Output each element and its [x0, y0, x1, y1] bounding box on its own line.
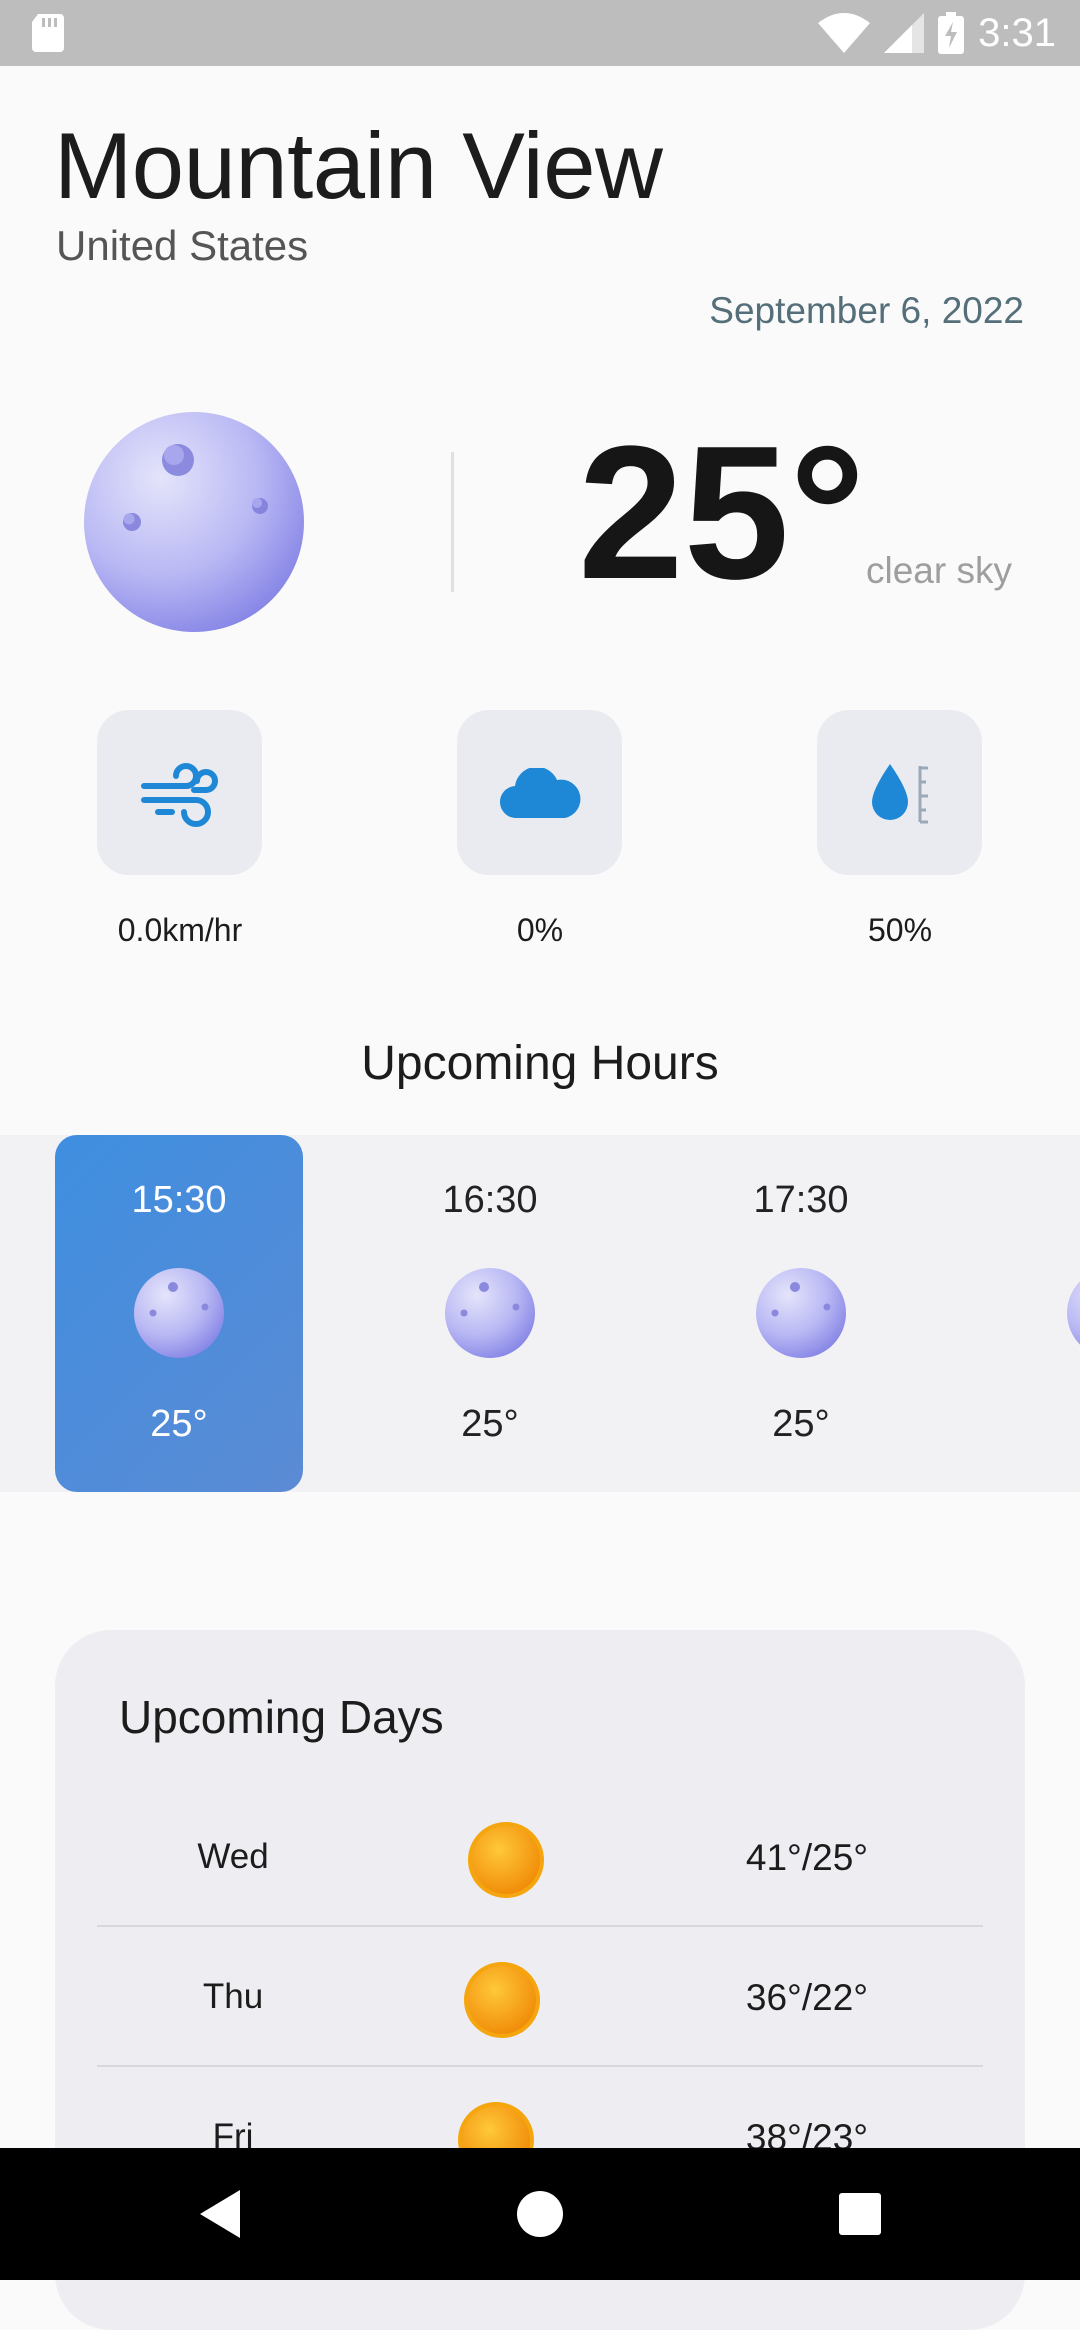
- hour-time: 1: [988, 1179, 1080, 1222]
- hour-time: 17:30: [753, 1179, 849, 1221]
- wifi-icon: [818, 13, 871, 53]
- moon-icon: [134, 1268, 224, 1358]
- hour-temperature: 25°: [461, 1403, 519, 1445]
- recents-icon[interactable]: [828, 2182, 892, 2246]
- cloud-tile: [457, 710, 622, 875]
- upcoming-days-title: Upcoming Days: [119, 1691, 444, 1743]
- cloud-icon: [499, 767, 580, 818]
- status-time: 3:31: [978, 10, 1056, 55]
- day-name: Wed: [197, 1837, 269, 1876]
- status-bar: 3:31: [0, 0, 1080, 66]
- wind-speed-value: 0.0km/hr: [117, 912, 243, 948]
- navigation-bar: [0, 2148, 1080, 2280]
- humidity-tile: [817, 710, 982, 875]
- signal-icon: [884, 13, 925, 53]
- hour-time: 16:30: [442, 1179, 538, 1221]
- hour-card[interactable]: 15:30 25°: [55, 1135, 303, 1492]
- sun-icon: [468, 1822, 544, 1898]
- sun-icon: [464, 1962, 540, 2038]
- hour-card[interactable]: 1: [988, 1135, 1080, 1492]
- humidity-icon: [871, 763, 928, 823]
- moon-icon: [1067, 1281, 1080, 1345]
- home-icon[interactable]: [508, 2182, 572, 2246]
- vertical-divider: [451, 452, 454, 592]
- moon-icon: [756, 1268, 846, 1358]
- day-row[interactable]: Thu 36°/22°: [97, 1927, 983, 2067]
- day-temperature: 41°/25°: [745, 1837, 869, 1878]
- city-name: Mountain View: [54, 113, 663, 218]
- sd-card-icon: [32, 14, 64, 52]
- day-name: Thu: [202, 1977, 264, 2016]
- current-date: September 6, 2022: [709, 290, 1024, 331]
- hour-card[interactable]: 16:30 25°: [366, 1135, 614, 1492]
- hours-scroller[interactable]: 15:30 25° 16:30 25° 17:30 25° 1: [0, 1135, 1080, 1492]
- back-icon[interactable]: [190, 2182, 254, 2246]
- hour-temperature: 25°: [150, 1403, 208, 1445]
- battery-charging-icon: [938, 12, 965, 54]
- weather-condition: clear sky: [866, 550, 1012, 591]
- hour-card[interactable]: 17:30 25°: [677, 1135, 925, 1492]
- day-row[interactable]: Wed 41°/25°: [97, 1787, 983, 1927]
- humidity-value: 50%: [867, 912, 933, 948]
- day-temperature: 36°/22°: [745, 1977, 869, 2018]
- cloud-cover-value: 0%: [516, 912, 564, 948]
- wind-tile: [97, 710, 262, 875]
- upcoming-hours-title: Upcoming Hours: [361, 1037, 719, 1090]
- moon-icon: [445, 1268, 535, 1358]
- moon-icon: [84, 412, 304, 632]
- current-temperature: 25°: [578, 407, 866, 619]
- hour-time: 15:30: [131, 1179, 227, 1221]
- hour-temperature: 25°: [772, 1403, 830, 1445]
- country-name: United States: [56, 222, 309, 269]
- wind-icon: [140, 762, 218, 827]
